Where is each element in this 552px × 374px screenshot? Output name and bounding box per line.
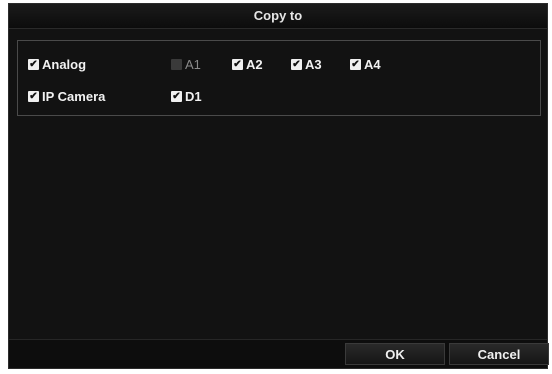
- channel-a2-label: A2: [246, 57, 263, 72]
- ip-camera-checkbox[interactable]: ✔ IP Camera: [28, 89, 105, 104]
- analog-label: Analog: [42, 57, 87, 72]
- ok-button[interactable]: OK: [345, 343, 445, 365]
- checkbox-checked-icon: ✔: [28, 59, 39, 70]
- dialog-footer: OK Cancel: [9, 339, 549, 368]
- title-bar: Copy to: [9, 4, 547, 29]
- channel-a2-checkbox[interactable]: ✔ A2: [232, 57, 263, 72]
- cancel-button[interactable]: Cancel: [449, 343, 549, 365]
- channel-a3-label: A3: [305, 57, 322, 72]
- channel-selection-panel: ✔ Analog A1 ✔ A2 ✔ A3 ✔ A4 ✔ IP Camera ✔…: [17, 40, 541, 116]
- channel-d1-label: D1: [185, 89, 202, 104]
- channel-a1-checkbox: A1: [171, 57, 201, 72]
- analog-checkbox[interactable]: ✔ Analog: [28, 57, 86, 72]
- dialog-title: Copy to: [253, 8, 303, 23]
- channel-a3-checkbox[interactable]: ✔ A3: [291, 57, 322, 72]
- channel-d1-checkbox[interactable]: ✔ D1: [171, 89, 202, 104]
- ip-camera-label: IP Camera: [42, 89, 106, 104]
- checkbox-disabled-icon: [171, 59, 182, 70]
- checkbox-checked-icon: ✔: [232, 59, 243, 70]
- channel-a1-label: A1: [185, 57, 201, 72]
- checkbox-checked-icon: ✔: [171, 91, 182, 102]
- checkbox-checked-icon: ✔: [350, 59, 361, 70]
- checkbox-checked-icon: ✔: [291, 59, 302, 70]
- copy-to-dialog: Copy to ✔ Analog A1 ✔ A2 ✔ A3 ✔ A4 ✔ IP …: [8, 3, 549, 369]
- channel-a4-checkbox[interactable]: ✔ A4: [350, 57, 381, 72]
- channel-a4-label: A4: [364, 57, 381, 72]
- checkbox-checked-icon: ✔: [28, 91, 39, 102]
